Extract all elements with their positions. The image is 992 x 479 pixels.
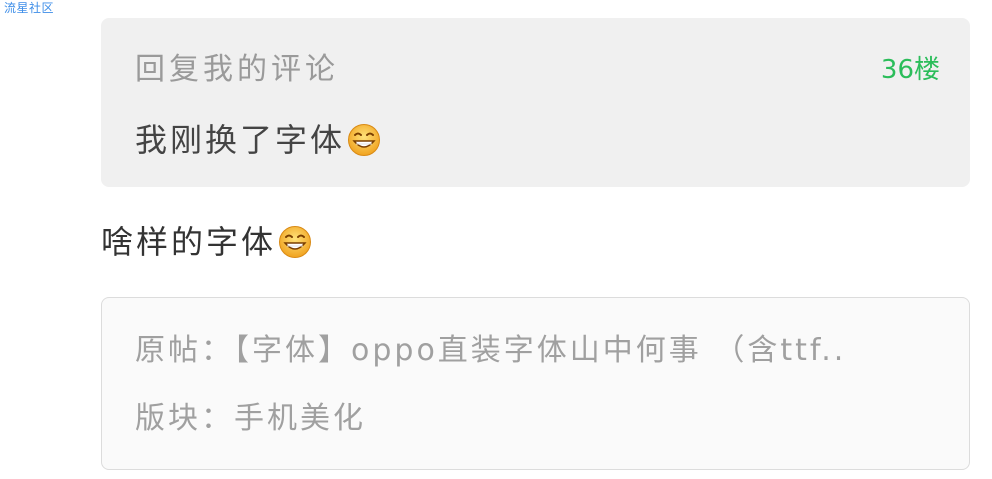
grinning-squint-emoji-icon [347, 123, 381, 157]
quoted-comment-text: 我刚换了字体 [135, 118, 381, 162]
quoted-comment-body: 我刚换了字体 [135, 121, 346, 159]
reply-comment-body: 啥样的字体 [101, 223, 277, 261]
reply-comment-text: 啥样的字体 [101, 220, 312, 264]
quoted-comment-card[interactable]: 回复我的评论 36楼 我刚换了字体 [101, 18, 970, 187]
original-post-title: 原帖：【字体】oppo直装字体山中何事 （含ttf.. [135, 333, 847, 368]
board-name: 版块：手机美化 [135, 401, 366, 436]
original-post-card[interactable]: 原帖：【字体】oppo直装字体山中何事 （含ttf.. 版块：手机美化 [101, 297, 970, 470]
grinning-squint-emoji-icon [278, 225, 312, 259]
site-watermark: 流星社区 [4, 1, 55, 15]
reply-to-my-comment-title: 回复我的评论 [135, 52, 339, 87]
floor-number: 36楼 [880, 55, 940, 85]
